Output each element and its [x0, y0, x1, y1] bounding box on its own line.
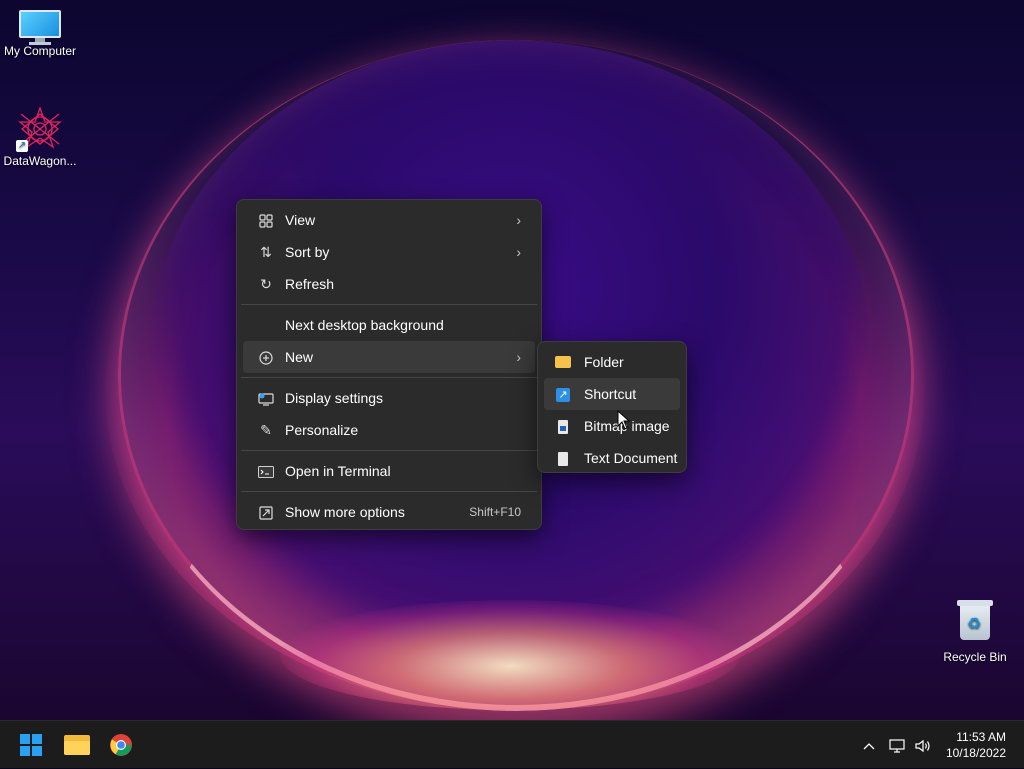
- menu-separator: [241, 450, 537, 451]
- chrome-icon[interactable]: [109, 733, 133, 757]
- grid-icon: [257, 204, 275, 236]
- refresh-icon: ↻: [260, 276, 272, 292]
- more-options-icon: [257, 496, 275, 528]
- plus-circle-icon: [257, 341, 275, 373]
- menu-item-label: Open in Terminal: [285, 463, 391, 479]
- recycle-bin-icon: ♻: [957, 598, 993, 642]
- menu-separator: [241, 377, 537, 378]
- shortcut-text: Shift+F10: [469, 505, 521, 519]
- clock-time: 11:53 AM: [956, 730, 1006, 744]
- menu-item-view[interactable]: View ›: [243, 204, 535, 236]
- menu-item-label: Show more options: [285, 504, 405, 520]
- desktop-icon-label: My Computer: [3, 44, 77, 58]
- menu-item-label: View: [285, 212, 316, 228]
- text-document-icon: [554, 442, 572, 474]
- menu-item-open-terminal[interactable]: Open in Terminal: [243, 455, 535, 487]
- submenu-item-text-document[interactable]: Text Document: [544, 442, 680, 474]
- desktop-icon-label: Recycle Bin: [943, 650, 1007, 664]
- show-hidden-icons-chevron-icon[interactable]: [862, 721, 876, 769]
- shortcut-arrow-icon: ↗: [16, 140, 28, 152]
- desktop-icon-datawagon[interactable]: ↗ DataWagon...: [0, 104, 80, 168]
- menu-item-label: Sort by: [285, 244, 330, 260]
- brush-icon: ✎: [260, 422, 272, 438]
- menu-item-label: Text Document: [584, 450, 678, 466]
- volume-icon[interactable]: [914, 721, 932, 769]
- menu-separator: [241, 491, 537, 492]
- bitmap-icon: [554, 410, 572, 442]
- taskbar: 11:53 AM 10/18/2022: [0, 720, 1024, 768]
- menu-item-new[interactable]: New ›: [243, 341, 535, 373]
- file-explorer-icon[interactable]: [64, 735, 90, 755]
- monitor-icon: [19, 10, 61, 45]
- menu-item-next-background[interactable]: Next desktop background: [243, 309, 535, 341]
- submenu-item-folder[interactable]: Folder: [544, 346, 680, 378]
- menu-item-sort-by[interactable]: ⇅ Sort by ›: [243, 236, 535, 268]
- network-icon[interactable]: [889, 721, 907, 769]
- clock-date: 10/18/2022: [945, 746, 1006, 760]
- menu-item-personalize[interactable]: ✎ Personalize: [243, 414, 535, 446]
- submenu-item-shortcut[interactable]: ↗ Shortcut: [544, 378, 680, 410]
- menu-item-label: Next desktop background: [285, 317, 444, 333]
- menu-item-label: Shortcut: [584, 386, 637, 402]
- terminal-icon: [257, 455, 275, 487]
- chevron-right-icon: ›: [516, 212, 521, 228]
- desktop-icon-my-computer[interactable]: My Computer: [0, 0, 80, 58]
- datawagon-app-icon: ↗: [16, 106, 63, 152]
- chevron-right-icon: ›: [516, 244, 521, 260]
- wallpaper-bottom-glow: [280, 600, 740, 710]
- desktop-icon-label: DataWagon...: [3, 154, 77, 168]
- menu-item-label: Personalize: [285, 422, 359, 438]
- start-button[interactable]: [20, 734, 42, 756]
- menu-item-label: Refresh: [285, 276, 335, 292]
- folder-icon: [554, 346, 572, 378]
- chevron-right-icon: ›: [516, 349, 521, 365]
- shortcut-icon: ↗: [554, 378, 572, 410]
- desktop-icon-recycle-bin[interactable]: ♻ Recycle Bin: [935, 598, 1015, 664]
- menu-item-label: Folder: [584, 354, 624, 370]
- menu-item-refresh[interactable]: ↻ Refresh: [243, 268, 535, 300]
- new-submenu: Folder ↗ Shortcut Bitmap image Text Docu…: [537, 341, 687, 473]
- desktop-context-menu: View › ⇅ Sort by › ↻ Refresh Next deskto…: [236, 199, 542, 530]
- menu-item-show-more-options[interactable]: Show more options Shift+F10: [243, 496, 535, 528]
- menu-item-display-settings[interactable]: Display settings: [243, 382, 535, 414]
- display-settings-icon: [257, 382, 275, 414]
- menu-separator: [241, 304, 537, 305]
- taskbar-clock[interactable]: 11:53 AM 10/18/2022: [946, 729, 1006, 761]
- menu-item-label: Display settings: [285, 390, 384, 406]
- menu-item-label: New: [285, 349, 314, 365]
- submenu-item-bitmap-image[interactable]: Bitmap image: [544, 410, 680, 442]
- sort-icon: ⇅: [260, 244, 272, 260]
